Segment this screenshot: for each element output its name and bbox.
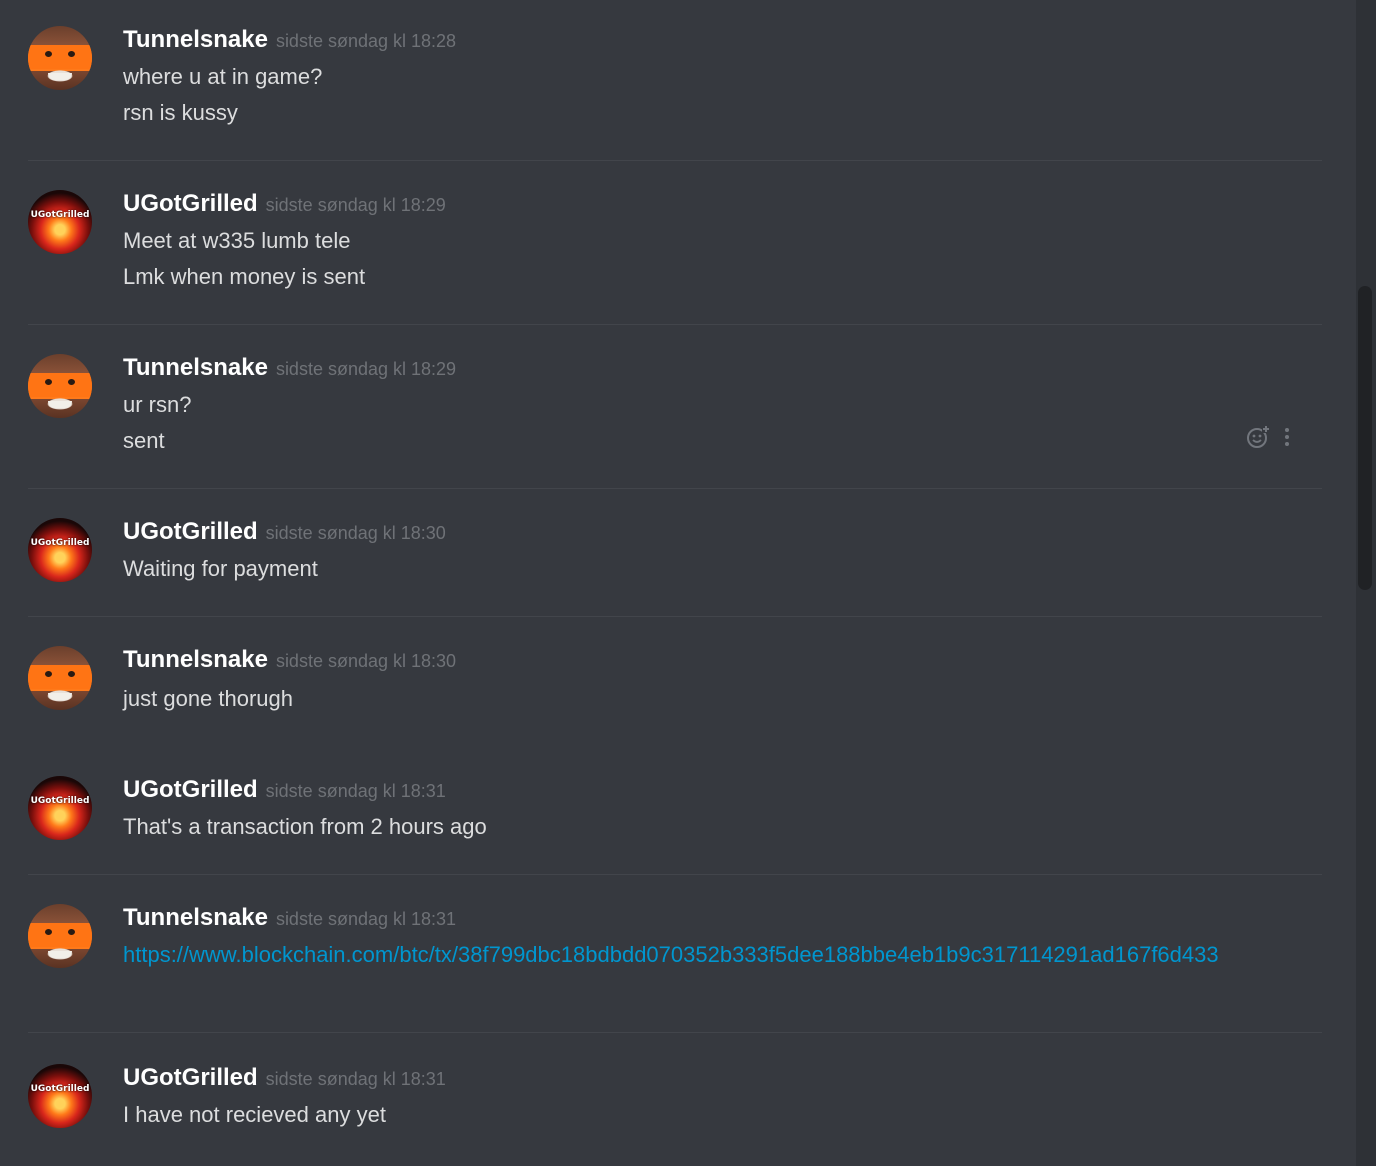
message-text: sent: [123, 428, 165, 453]
add-reaction-icon[interactable]: [1245, 424, 1271, 450]
message-author[interactable]: Tunnelsnake sidste søndag kl 18:28: [123, 26, 456, 54]
tunnelsnake-avatar[interactable]: [28, 904, 92, 968]
message-divider: [28, 160, 1322, 161]
message-divider: [28, 616, 1322, 617]
message-timestamp: sidste søndag kl 18:31: [265, 781, 446, 801]
message-text: where u at in game?: [123, 64, 323, 89]
message-group: UGotGrilled UGotGrilled sidste søndag kl …: [28, 518, 1322, 588]
message-author[interactable]: UGotGrilled sidste søndag kl 18:29: [123, 190, 446, 218]
message-timestamp: sidste søndag kl 18:28: [275, 31, 457, 51]
message-timestamp: sidste søndag kl 18:31: [265, 1069, 446, 1089]
message-author[interactable]: UGotGrilled sidste søndag kl 18:31: [123, 776, 446, 804]
message-group: Tunnelsnake sidste søndag kl 18:28 where …: [28, 26, 1322, 136]
message-group: UGotGrilled UGotGrilled sidste søndag kl …: [28, 1064, 1322, 1134]
message-timestamp: sidste søndag kl 18:31: [275, 909, 457, 929]
message-text: ur rsn?: [123, 392, 192, 417]
message-group: UGotGrilled UGotGrilled sidste søndag kl …: [28, 776, 1322, 846]
message-text: just gone thorugh: [123, 686, 294, 711]
avatar-logo-text: UGotGrilled: [30, 210, 90, 220]
message-text: rsn is kussy: [123, 100, 238, 125]
ugotgrilled-avatar[interactable]: UGotGrilled: [28, 518, 92, 582]
message-group: Tunnelsnake sidste søndag kl 18:29 ur rsn…: [28, 354, 1322, 464]
message-group: Tunnelsnake sidste søndag kl 18:30 just g…: [28, 646, 1322, 716]
message-group: Tunnelsnake sidste søndag kl 18:31 https:…: [28, 904, 1322, 1004]
scrollbar-track[interactable]: [1356, 0, 1376, 1166]
message-timestamp: sidste søndag kl 18:30: [275, 651, 457, 671]
ugotgrilled-avatar[interactable]: UGotGrilled: [28, 776, 92, 840]
message-author[interactable]: UGotGrilled sidste søndag kl 18:31: [123, 1064, 446, 1092]
avatar-logo-text: UGotGrilled: [30, 796, 90, 806]
tunnelsnake-avatar[interactable]: [28, 26, 92, 90]
ugotgrilled-avatar[interactable]: UGotGrilled: [28, 1064, 92, 1128]
message-timestamp: sidste søndag kl 18:29: [265, 195, 446, 215]
message-divider: [28, 1032, 1322, 1033]
message-text: That's a transaction from 2 hours ago: [123, 814, 487, 839]
avatar-logo-text: UGotGrilled: [30, 538, 90, 548]
message-divider: [28, 874, 1322, 875]
message-timestamp: sidste søndag kl 18:29: [275, 359, 457, 379]
message-text: Meet at w335 lumb tele: [123, 228, 351, 253]
message-author[interactable]: Tunnelsnake sidste søndag kl 18:30: [123, 646, 456, 674]
scrollbar-thumb[interactable]: [1358, 286, 1372, 590]
tunnelsnake-avatar[interactable]: [28, 646, 92, 710]
message-author[interactable]: UGotGrilled sidste søndag kl 18:30: [123, 518, 446, 546]
message-hover-actions: [1245, 424, 1305, 452]
message-text: I have not recieved any yet: [123, 1102, 386, 1127]
ugotgrilled-avatar[interactable]: UGotGrilled: [28, 190, 92, 254]
message-divider: [28, 324, 1322, 325]
message-timestamp: sidste søndag kl 18:30: [265, 523, 446, 543]
message-author[interactable]: Tunnelsnake sidste søndag kl 18:31: [123, 904, 456, 932]
transaction-link[interactable]: https://www.blockchain.com/btc/tx/38f799…: [123, 940, 1263, 970]
tunnelsnake-avatar[interactable]: [28, 354, 92, 418]
message-author[interactable]: Tunnelsnake sidste søndag kl 18:29: [123, 354, 456, 382]
chat-messages: Tunnelsnake sidste søndag kl 18:28 where …: [0, 0, 1356, 1166]
avatar-logo-text: UGotGrilled: [30, 1084, 90, 1094]
message-divider: [28, 488, 1322, 489]
message-text: Waiting for payment: [123, 556, 318, 581]
more-options-icon[interactable]: [1283, 426, 1291, 448]
message-text: Lmk when money is sent: [123, 264, 366, 289]
message-group: UGotGrilled UGotGrilled sidste søndag kl …: [28, 190, 1322, 300]
